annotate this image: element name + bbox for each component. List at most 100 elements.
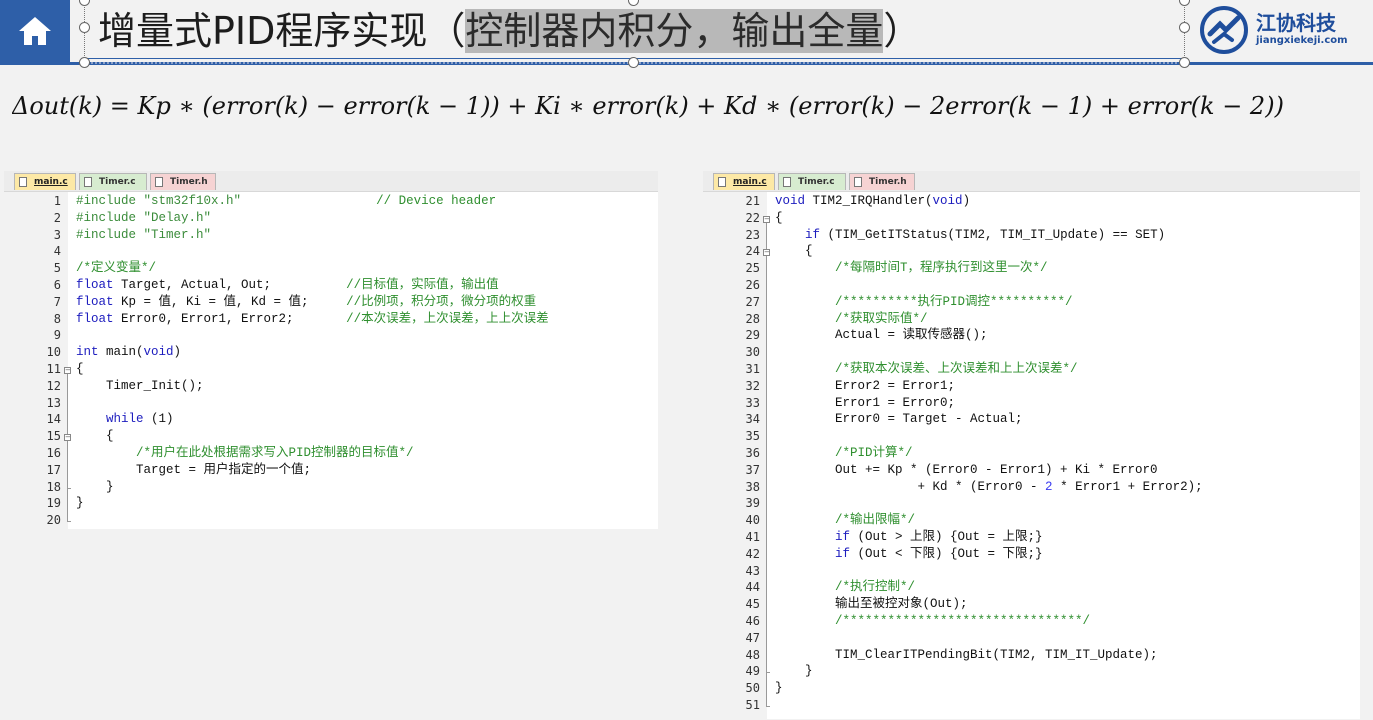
line-number: 51 [745,698,760,712]
fold-toggle[interactable]: − [64,434,71,442]
file-icon [783,177,791,187]
line-number: 3 [53,227,61,242]
code-line: TIM_ClearITPendingBit(TIM2, TIM_IT_Updat… [775,647,1158,662]
line-number: 33 [745,395,760,410]
line-number: 13 [46,395,61,410]
code-line: Target = 用户指定的一个值; [76,462,312,477]
fold-toggle[interactable]: − [763,215,770,223]
code-line: { [76,362,84,376]
code-line: #include "Timer.h" [76,227,212,242]
code-line: Timer_Init(); [76,378,204,393]
line-number: 17 [46,462,61,477]
line-number: 45 [745,597,760,612]
logo-en-text: jiangxiekeji.com [1256,35,1348,46]
home-button[interactable] [0,0,70,62]
code-line: } [76,496,84,511]
code-line: 输出至被控对象(Out); [775,597,968,612]
code-line: Actual = 读取传感器(); [775,328,988,343]
resize-handle[interactable] [1179,0,1190,6]
code-line: void TIM2_IRQHandler(void) [775,194,971,208]
line-number: 24 [745,244,760,259]
code-area[interactable]: 1 #include "stm32f10x.h" // Device header… [4,192,658,530]
line-number: 7 [53,294,61,309]
line-number: 10 [46,345,61,360]
pid-formula: Δout(k) = Kp ∗ (error(k) − error(k − 1))… [12,92,1284,120]
resize-handle[interactable] [1179,57,1190,68]
code-editor-right: main.c Timer.c Timer.h 21 void TIM2_IRQHa… [703,171,1360,720]
line-number: 2 [53,210,61,225]
code-line: } [775,681,783,696]
code-line: if (TIM_GetITStatus(TIM2, TIM_IT_Update)… [805,227,1166,242]
fold-toggle[interactable]: − [763,249,770,257]
code-line: /********************************/ [835,614,1091,628]
fold-toggle[interactable]: − [64,367,71,374]
line-number: 20 [46,513,61,528]
code-line: { [775,210,783,225]
code-line: } [76,479,114,494]
line-number: 26 [745,278,760,292]
code-line: + Kd * (Error0 - 2 * Error1 + Error2); [775,479,1203,494]
line-number: 4 [53,244,61,259]
tab-timer-h[interactable]: Timer.h [849,173,915,190]
tab-timer-h[interactable]: Timer.h [150,173,216,190]
line-number: 38 [745,479,760,494]
line-number: 23 [745,227,760,242]
resize-handle[interactable] [628,57,639,68]
code-line: if (Out < 下限) {Out = 下限;} [835,546,1043,561]
code-line: /*定义变量*/ [76,261,157,276]
line-number: 21 [745,194,760,208]
code-line: /**********执行PID调控**********/ [835,294,1073,309]
resize-handle[interactable] [1179,22,1190,33]
line-number: 16 [46,446,61,460]
page-title: 增量式PID程序实现（控制器内积分，输出全量） [98,4,921,58]
resize-handle[interactable] [79,57,90,68]
line-number: 39 [745,496,760,511]
file-icon [718,177,726,187]
line-number: 25 [745,261,760,276]
fold-guide [67,441,68,488]
line-number: 40 [745,513,760,528]
line-number: 18 [46,479,61,494]
line-number: 42 [745,546,760,561]
code-editor-left: main.c Timer.c Timer.h 1 #include "stm32f… [4,171,658,530]
logo-icon [1200,6,1248,54]
tab-main-c[interactable]: main.c [713,173,775,190]
file-icon [84,177,92,187]
title-prefix: 增量式PID程序实现（ [98,9,466,53]
line-number: 44 [745,580,760,595]
code-line: Out += Kp * (Error0 - Error1) + Ki * Err… [775,462,1158,477]
line-number: 6 [53,278,61,292]
title-box[interactable]: 增量式PID程序实现（控制器内积分，输出全量） [84,0,1184,62]
line-number: 47 [745,630,760,645]
code-area[interactable]: 21 void TIM2_IRQHandler(void) 22 {23 if (TI… [703,192,1360,720]
code-line: #include "Delay.h" [76,210,212,225]
code-line: int main(void) [76,345,182,360]
tab-timer-c[interactable]: Timer.c [778,173,846,190]
line-number: 50 [745,681,760,696]
code-line: { [76,429,114,444]
line-number: 5 [53,261,61,276]
code-line: Error1 = Error0; [775,395,956,410]
resize-handle[interactable] [79,22,90,33]
code-line: if (Out > 上限) {Out = 上限;} [835,530,1043,544]
line-number: 37 [745,462,760,477]
tab-timer-c[interactable]: Timer.c [79,173,147,190]
code-line: /*获取实际值*/ [835,311,928,326]
line-number: 11 [46,362,61,376]
tab-label: Timer.c [798,177,835,187]
line-number: 32 [745,378,760,393]
line-number: 49 [745,664,760,679]
tab-main-c[interactable]: main.c [14,173,76,190]
tab-label: Timer.h [170,177,208,187]
file-icon [854,177,862,187]
line-number: 41 [745,530,760,544]
code-line: float Target, Actual, Out; //目标值，实际值，输出值 [76,278,499,292]
line-number: 36 [745,446,760,460]
fold-end [67,521,71,523]
line-number: 46 [745,614,760,628]
line-number: 29 [745,328,760,343]
line-number: 27 [745,294,760,309]
file-icon [155,177,163,187]
line-number: 12 [46,378,61,393]
line-number: 8 [53,311,61,326]
